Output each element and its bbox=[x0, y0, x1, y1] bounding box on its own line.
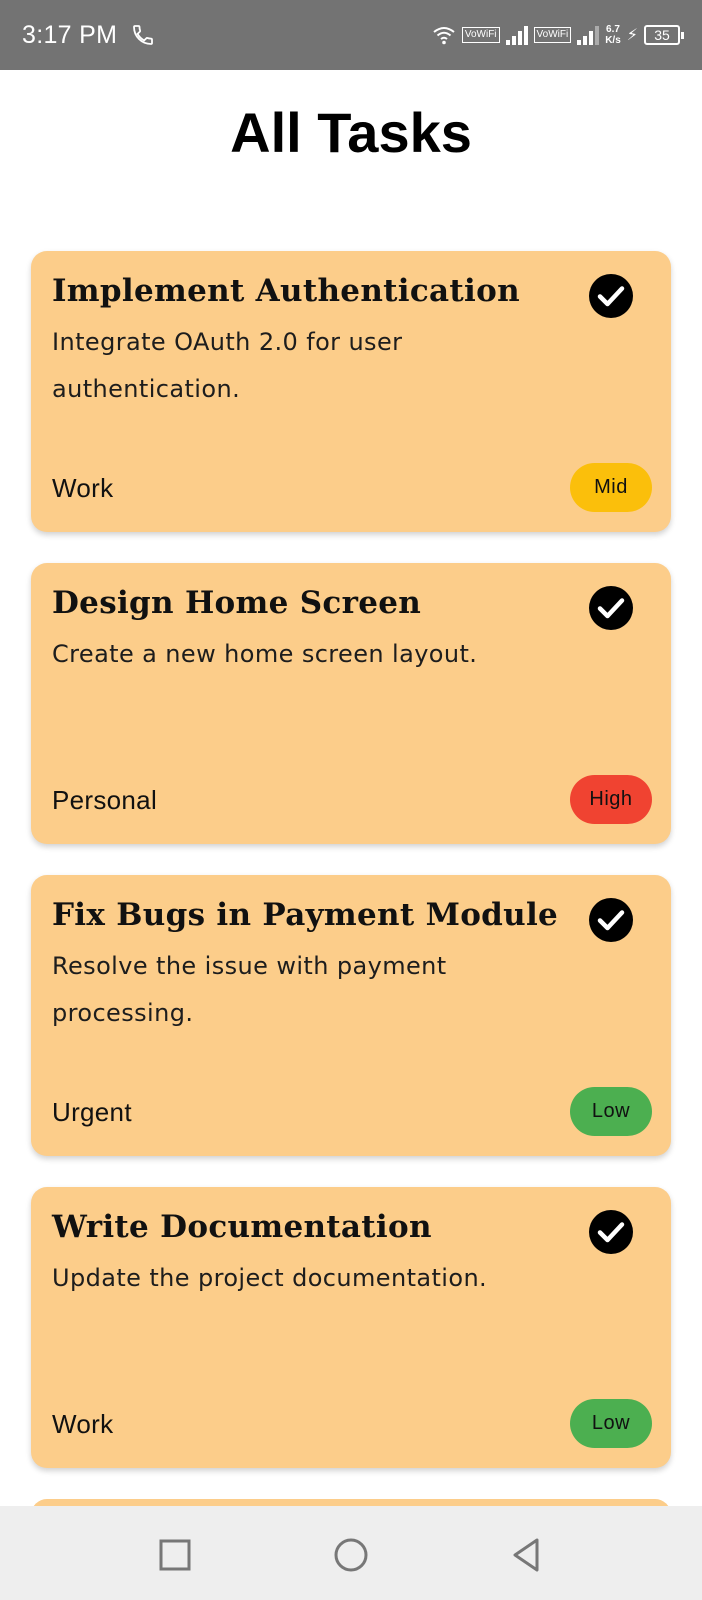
check-circle-icon[interactable] bbox=[588, 897, 634, 943]
system-nav-bar bbox=[0, 1506, 702, 1600]
task-title: Write Documentation bbox=[52, 1209, 432, 1245]
network-speed-value: 6.7 bbox=[606, 24, 620, 35]
signal-strength-icon-2 bbox=[577, 25, 600, 45]
page-title: All Tasks bbox=[230, 101, 472, 164]
vowifi-badge-1: VoWiFi bbox=[461, 27, 500, 43]
charging-bolt-icon: ⚡ bbox=[626, 27, 638, 44]
task-category: Work bbox=[52, 473, 114, 503]
home-circle-icon[interactable] bbox=[333, 1537, 369, 1573]
check-circle-icon[interactable] bbox=[588, 273, 634, 319]
status-time: 3:17 PM bbox=[22, 20, 118, 49]
task-card[interactable]: Implement Authentication Integrate OAuth… bbox=[31, 251, 671, 532]
task-list: Implement Authentication Integrate OAuth… bbox=[31, 251, 671, 1499]
phone-call-icon bbox=[133, 25, 154, 45]
task-description: Update the project documentation. bbox=[52, 1264, 488, 1292]
task-title: Fix Bugs in Payment Module bbox=[52, 897, 559, 933]
recents-square-icon[interactable] bbox=[157, 1537, 193, 1573]
status-icons: VoWiFi VoWiFi 6.7 K/s ⚡ 35 bbox=[432, 24, 684, 46]
task-title: Implement Authentication bbox=[52, 273, 520, 309]
status-bar: 3:17 PM VoWiFi VoWiFi 6.7 K/s ⚡ 35 bbox=[0, 0, 702, 70]
task-category: Work bbox=[52, 1409, 114, 1439]
task-description: Integrate OAuth 2.0 for user authenticat… bbox=[52, 328, 403, 403]
network-speed: 6.7 K/s bbox=[605, 24, 621, 46]
check-circle-icon[interactable] bbox=[588, 1209, 634, 1255]
priority-badge: High bbox=[570, 775, 652, 824]
priority-badge: Mid bbox=[570, 463, 652, 512]
task-description: Create a new home screen layout. bbox=[52, 640, 478, 668]
task-card[interactable]: Design Home Screen Create a new home scr… bbox=[31, 563, 671, 844]
task-title: Design Home Screen bbox=[52, 585, 422, 621]
task-description: Resolve the issue with payment processin… bbox=[52, 952, 447, 1027]
task-category: Urgent bbox=[52, 1097, 132, 1127]
priority-badge: Low bbox=[570, 1087, 652, 1136]
check-circle-icon[interactable] bbox=[588, 585, 634, 631]
battery-level: 35 bbox=[644, 25, 684, 45]
priority-badge: Low bbox=[570, 1399, 652, 1448]
vowifi-badge-2: VoWiFi bbox=[533, 27, 572, 43]
back-triangle-icon[interactable] bbox=[509, 1537, 545, 1573]
task-category: Personal bbox=[52, 785, 158, 815]
wifi-icon bbox=[433, 27, 455, 45]
task-card[interactable]: Fix Bugs in Payment Module Resolve the i… bbox=[31, 875, 671, 1156]
signal-strength-icon-1 bbox=[505, 25, 528, 45]
network-speed-unit: K/s bbox=[605, 35, 621, 46]
task-card[interactable]: Write Documentation Update the project d… bbox=[31, 1187, 671, 1468]
